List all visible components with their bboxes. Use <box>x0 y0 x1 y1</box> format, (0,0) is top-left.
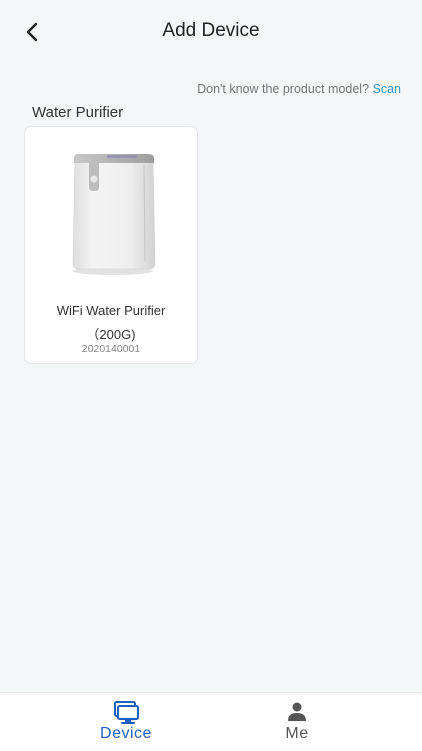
product-model: 2020140001 <box>81 343 141 355</box>
tab-device[interactable]: Device <box>66 693 186 751</box>
tab-me-label: Me <box>285 725 309 742</box>
product-name: WiFi Water Purifier（200G) <box>56 303 166 342</box>
hint-text: Don't know the product model? <box>197 82 373 96</box>
product-card[interactable]: WiFi Water Purifier（200G) 2020140001 <box>24 126 198 364</box>
person-icon <box>288 702 306 721</box>
water-purifier-image <box>72 154 156 275</box>
tab-device-label: Device <box>100 725 152 742</box>
header: Add Device <box>0 0 422 62</box>
category-title: Water Purifier <box>32 104 124 121</box>
model-hint: Don't know the product model? Scan <box>197 82 401 96</box>
page-title: Add Device <box>162 20 260 41</box>
bottom-tab-bar: Device Me <box>0 692 422 751</box>
monitor-icon <box>114 701 139 724</box>
tab-me[interactable]: Me <box>237 693 357 751</box>
scan-link[interactable]: Scan <box>373 82 402 96</box>
